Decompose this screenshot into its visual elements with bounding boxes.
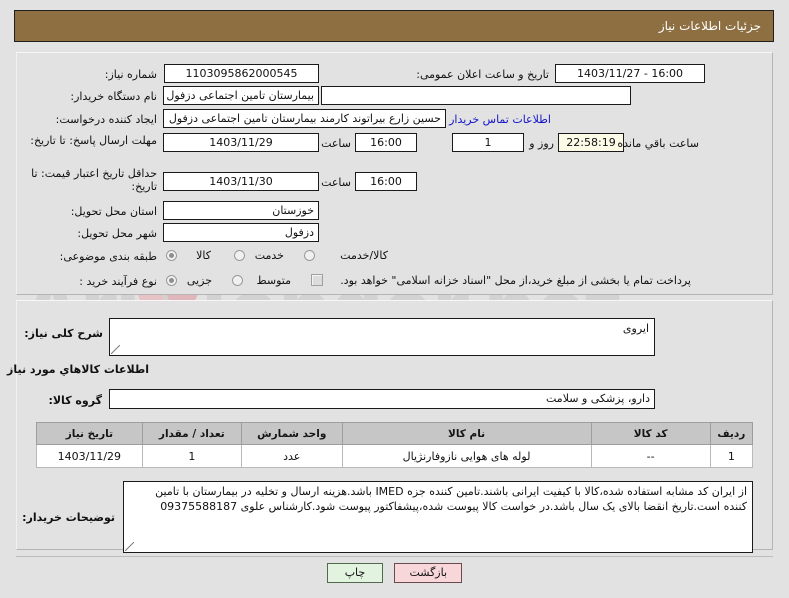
goods-section-title: اطلاعات کالاهاي مورد نیاز <box>7 363 149 376</box>
resize-grip-icon[interactable] <box>125 542 134 551</box>
cell-goods-name: لوله های هوایی نازوفارنژیال <box>341 444 592 468</box>
label-need-number: شماره نیاز: <box>104 68 157 81</box>
radio-classification-khedmat[interactable] <box>234 250 245 261</box>
label-response-deadline-time: ساعت <box>321 137 351 150</box>
buyer-org-field[interactable]: بیمارستان تامین اجتماعی دزفول <box>163 86 319 105</box>
radio-purchase-type-jozii[interactable] <box>166 275 177 286</box>
label-remaining-hours: ساعت باقي مانده <box>617 137 699 150</box>
delivery-city-field[interactable]: دزفول <box>163 223 319 242</box>
action-button-bar: بازگشت چاپ <box>0 563 789 583</box>
label-remaining-days: روز و <box>529 137 554 150</box>
response-deadline-date-field[interactable]: 1403/11/29 <box>163 133 319 152</box>
need-summary-value: ایروی <box>622 322 649 335</box>
public-announce-field[interactable]: 16:00 - 1403/11/27 <box>555 64 705 83</box>
label-classification-kala-khedmat: کالا/خدمت <box>340 249 388 262</box>
buyer-org-extra-field[interactable] <box>321 86 631 105</box>
label-buyer-org: نام دستگاه خریدار: <box>70 90 157 103</box>
buyer-contact-link[interactable]: اطلاعات تماس خریدار <box>449 113 551 126</box>
radio-classification-kala-khedmat[interactable] <box>304 250 315 261</box>
cell-quantity: 1 <box>141 444 242 468</box>
remaining-days-field[interactable]: 1 <box>452 133 524 152</box>
price-validity-date-field[interactable]: 1403/11/30 <box>163 172 319 191</box>
page-title: جزئیات اطلاعات نیاز <box>658 19 761 33</box>
label-price-validity-time: ساعت <box>321 176 351 189</box>
th-unit: واحد شمارش <box>240 422 343 445</box>
label-public-announce: تاریخ و ساعت اعلان عمومی: <box>416 68 549 81</box>
goods-group-field[interactable]: دارو، پزشکی و سلامت <box>109 389 655 409</box>
page-header: جزئیات اطلاعات نیاز <box>14 10 774 42</box>
cell-unit: عدد <box>240 444 343 468</box>
th-row-index: ردیف <box>709 422 754 445</box>
buyer-notes-textarea[interactable]: از ایران کد مشابه استفاده شده،کالا با کی… <box>123 481 753 553</box>
treasury-bonds-checkbox[interactable] <box>311 274 323 286</box>
requester-field[interactable]: حسین زارع بیراتوند کارمند بیمارستان تامی… <box>163 109 446 128</box>
th-goods-name: نام کالا <box>341 422 592 445</box>
delivery-province-field[interactable]: خوزستان <box>163 201 319 220</box>
table-row: 1 -- لوله های هوایی نازوفارنژیال عدد 1 1… <box>36 444 754 468</box>
label-purchase-type-motavaset: متوسط <box>256 274 291 287</box>
need-summary-textarea[interactable]: ایروی <box>109 318 655 356</box>
cell-need-date: 1403/11/29 <box>36 444 143 468</box>
need-number-field[interactable]: 1103095862000545 <box>164 64 319 83</box>
buyer-notes-value: از ایران کد مشابه استفاده شده،کالا با کی… <box>155 485 747 513</box>
label-classification: طبقه بندی موضوعی: <box>59 250 157 263</box>
divider <box>16 556 773 557</box>
goods-table: ردیف کد کالا نام کالا واحد شمارش تعداد /… <box>36 422 754 468</box>
th-need-date: تاریخ نیاز <box>36 422 143 445</box>
table-header-row: ردیف کد کالا نام کالا واحد شمارش تعداد /… <box>36 422 754 445</box>
label-buyer-notes: توضیحات خریدار: <box>22 511 115 524</box>
label-classification-kala: کالا <box>196 249 211 262</box>
cell-goods-code: -- <box>590 444 711 468</box>
label-classification-khedmat: خدمت <box>254 249 284 262</box>
label-purchase-type-jozii: جزیی <box>186 274 212 287</box>
cell-row-index: 1 <box>709 444 754 468</box>
label-need-summary: شرح کلی نیاز: <box>24 327 103 340</box>
label-goods-group: گروه کالا: <box>48 394 102 407</box>
th-quantity: تعداد / مقدار <box>141 422 242 445</box>
th-goods-code: کد کالا <box>590 422 711 445</box>
remaining-time-field[interactable]: 22:58:19 <box>558 133 624 152</box>
label-treasury-bonds: پرداخت تمام یا بخشی از مبلغ خرید،از محل … <box>340 274 691 287</box>
resize-grip-icon[interactable] <box>111 345 120 354</box>
price-validity-time-field[interactable]: 16:00 <box>355 172 417 191</box>
back-button[interactable]: بازگشت <box>394 563 463 583</box>
print-button[interactable]: چاپ <box>326 563 383 583</box>
response-deadline-time-field[interactable]: 16:00 <box>355 133 417 152</box>
label-price-validity: حداقل تاریخ اعتبار قیمت: تا تاریخ: <box>31 167 157 193</box>
label-delivery-province: استان محل تحویل: <box>70 205 157 218</box>
radio-purchase-type-motavaset[interactable] <box>232 275 243 286</box>
label-response-deadline: مهلت ارسال پاسخ: تا تاریخ: <box>30 134 157 147</box>
label-purchase-type: نوع فرآیند خرید : <box>79 275 157 288</box>
label-delivery-city: شهر محل تحویل: <box>77 227 157 240</box>
radio-classification-kala[interactable] <box>166 250 177 261</box>
label-requester: ایجاد کننده درخواست: <box>55 113 157 126</box>
